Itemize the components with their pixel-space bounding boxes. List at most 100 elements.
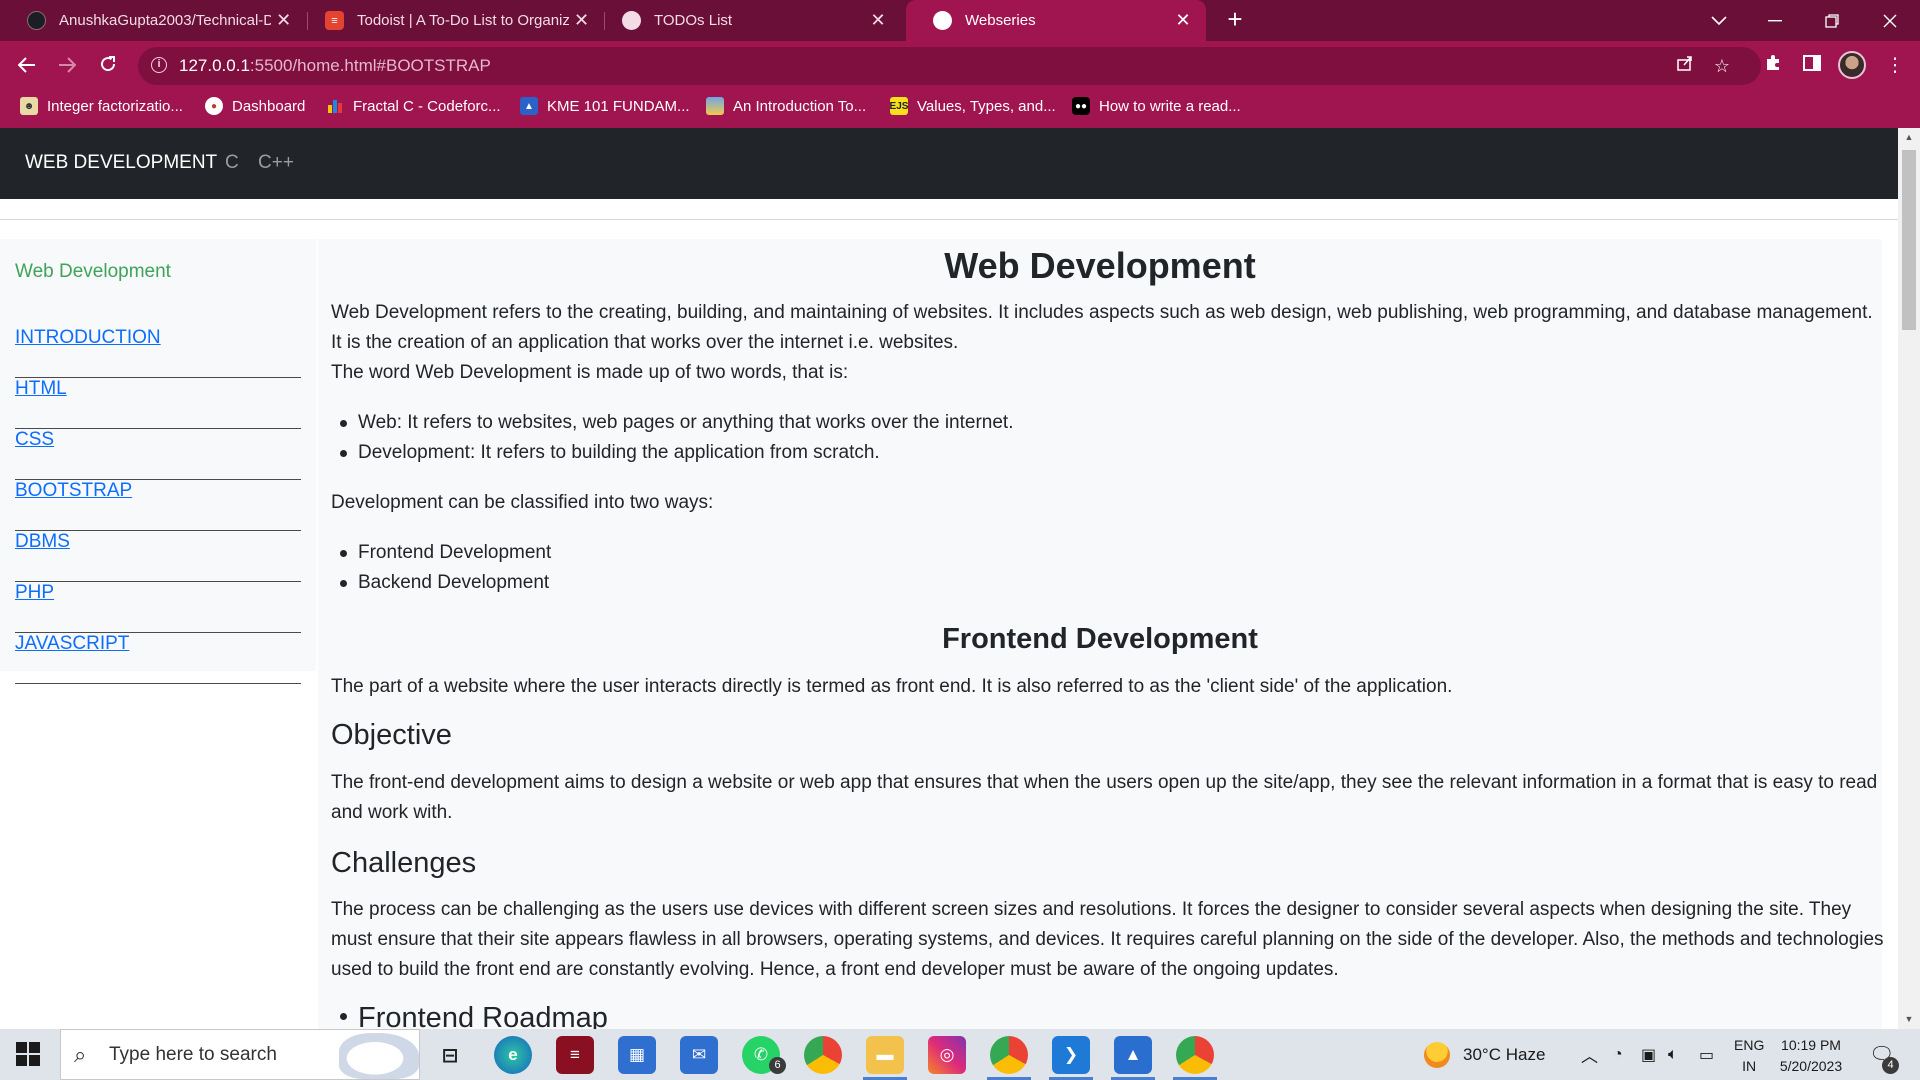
sidebar-item-javascript[interactable]: JAVASCRIPT <box>15 633 301 684</box>
app-icon[interactable]: ≡ <box>556 1036 594 1074</box>
taskbar-search[interactable]: ⌕ Type here to search <box>60 1029 420 1080</box>
close-icon[interactable]: ✕ <box>865 10 891 31</box>
sidebar-item-bootstrap[interactable]: BOOTSTRAP <box>15 480 301 531</box>
globe-icon <box>933 11 952 30</box>
intro-paragraph-2: The word Web Development is made up of t… <box>331 362 849 383</box>
language-indicator[interactable]: ENG IN <box>1734 1035 1764 1077</box>
edge-icon[interactable]: e <box>494 1036 532 1074</box>
forward-button[interactable] <box>50 49 84 83</box>
show-hidden-icons-icon[interactable]: ︿ <box>1581 1029 1598 1080</box>
minimize-button[interactable] <box>1747 0 1803 41</box>
bookmark-item[interactable]: An Introduction To... <box>706 90 866 122</box>
whatsapp-badge: 6 <box>769 1057 786 1074</box>
navbar-brand[interactable]: WEB DEVELOPMENT <box>25 152 217 174</box>
medium-icon: ●● <box>1072 97 1090 115</box>
site-info-icon[interactable]: i <box>151 57 167 73</box>
tab-github[interactable]: AnushkaGupta2003/Technical-Do ✕ <box>0 0 306 41</box>
search-highlight-image <box>339 1033 419 1079</box>
chrome-active-icon[interactable] <box>1176 1036 1214 1074</box>
sidebar-link[interactable]: PHP <box>15 582 54 604</box>
battery-icon[interactable]: ▭ <box>1699 1029 1714 1080</box>
bookmark-label: Integer factorizatio... <box>47 97 183 115</box>
scroll-down-icon[interactable]: ▼ <box>1903 1014 1915 1024</box>
sidebar-item-html[interactable]: HTML <box>15 378 301 429</box>
tab-todos-list[interactable]: TODOs List ✕ <box>595 0 901 41</box>
url-host: 127.0.0.1 <box>179 56 250 75</box>
bookmark-item[interactable]: ▲ KME 101 FUNDAM... <box>520 90 690 122</box>
weather-text[interactable]: 30°C Haze <box>1463 1029 1545 1080</box>
reload-button[interactable] <box>91 49 125 83</box>
task-view-icon[interactable]: ⊟ <box>431 1036 469 1074</box>
sidebar-link[interactable]: JAVASCRIPT <box>15 633 129 655</box>
sidebar-item-css[interactable]: CSS <box>15 429 301 480</box>
sidebar-link[interactable]: BOOTSTRAP <box>15 480 132 502</box>
close-window-button[interactable] <box>1862 0 1918 41</box>
bookmark-star-icon[interactable]: ☆ <box>1710 54 1734 78</box>
vscode-icon[interactable]: ❯ <box>1052 1036 1090 1074</box>
sidebar-link[interactable]: HTML <box>15 378 67 400</box>
extensions-icon[interactable] <box>1758 51 1788 81</box>
volume-icon[interactable]: 🔈︎ <box>1668 1029 1678 1080</box>
device-icon[interactable]: ▣ <box>1641 1029 1656 1080</box>
address-bar[interactable]: i 127.0.0.1:5500/home.html#BOOTSTRAP ☆ <box>138 47 1761 85</box>
tab-webseries[interactable]: Webseries ✕ <box>906 0 1206 41</box>
nav-link-c[interactable]: C <box>225 152 239 174</box>
browser-toolbar: i 127.0.0.1:5500/home.html#BOOTSTRAP ☆ ⋮ <box>0 41 1920 90</box>
sidebar-link[interactable]: INTRODUCTION <box>15 327 161 349</box>
chrome-profile-icon[interactable] <box>990 1036 1028 1074</box>
scrollbar-thumb[interactable] <box>1902 150 1916 330</box>
store-icon[interactable]: ▦ <box>618 1036 656 1074</box>
profile-avatar[interactable] <box>1838 51 1866 79</box>
codechef-icon: ● <box>205 97 223 115</box>
scroll-up-icon[interactable]: ▲ <box>1903 132 1915 142</box>
bookmark-item[interactable]: ● Dashboard <box>205 90 305 122</box>
person-icon: ▲ <box>520 97 538 115</box>
windows-start-icon[interactable] <box>16 1042 40 1066</box>
sidebar-item-php[interactable]: PHP <box>15 582 301 633</box>
sidebar-link[interactable]: DBMS <box>15 531 70 553</box>
bookmark-label: Dashboard <box>232 97 306 115</box>
side-panel-icon[interactable] <box>1797 51 1827 81</box>
close-icon[interactable]: ✕ <box>569 10 594 31</box>
challenges-heading: Challenges <box>331 847 477 879</box>
tab-search-chevron-icon[interactable] <box>1691 0 1747 41</box>
bookmark-item[interactable]: EJS Values, Types, and... <box>890 90 1056 122</box>
nav-link-cpp[interactable]: C++ <box>258 152 294 174</box>
menu-kebab-icon[interactable]: ⋮ <box>1880 51 1910 81</box>
language-code: ENG <box>1734 1037 1765 1053</box>
tab-todoist[interactable]: ≡ Todoist | A To-Do List to Organize ✕ <box>298 0 604 41</box>
page-scrollbar[interactable]: ▲ ▼ <box>1898 128 1920 1029</box>
bookmark-label: How to write a read... <box>1099 97 1241 115</box>
weather-icon[interactable] <box>1424 1042 1450 1068</box>
intro-paragraph: Web Development refers to the creating, … <box>331 302 1873 353</box>
tab-title: TODOs List <box>654 12 733 29</box>
sidebar-item-introduction[interactable]: INTRODUCTION <box>15 327 301 378</box>
mail-icon[interactable]: ✉ <box>680 1036 718 1074</box>
share-icon[interactable] <box>1673 54 1697 78</box>
tab-strip: AnushkaGupta2003/Technical-Do ✕ ≡ Todois… <box>0 0 1920 41</box>
list-item: Web: It refers to websites, web pages or… <box>339 408 1013 438</box>
bookmark-item[interactable]: ☻ Integer factorizatio... <box>20 90 183 122</box>
sidebar-item-dbms[interactable]: DBMS <box>15 531 301 582</box>
network-icon[interactable]: ◔ <box>1613 1029 1623 1080</box>
codeforces-icon <box>326 97 344 115</box>
file-explorer-icon[interactable]: ▬ <box>866 1036 904 1074</box>
photos-icon[interactable]: ▲ <box>1114 1036 1152 1074</box>
frontend-heading: Frontend Development <box>942 623 1258 655</box>
sidebar-link[interactable]: CSS <box>15 429 54 451</box>
lego-icon: ☻ <box>20 97 38 115</box>
new-tab-button[interactable]: + <box>1220 4 1250 38</box>
restore-button[interactable] <box>1804 0 1860 41</box>
bookmarks-bar: ☻ Integer factorizatio... ● Dashboard Fr… <box>0 90 1920 128</box>
instagram-icon[interactable]: ◎ <box>928 1036 966 1074</box>
bookmark-item[interactable]: Fractal C - Codeforc... <box>326 90 501 122</box>
chrome-icon[interactable] <box>804 1036 842 1074</box>
close-icon[interactable]: ✕ <box>1170 10 1196 31</box>
bookmark-label: Values, Types, and... <box>917 97 1056 115</box>
close-icon[interactable]: ✕ <box>271 10 296 31</box>
back-button[interactable] <box>10 49 44 83</box>
bookmark-item[interactable]: ●● How to write a read... <box>1072 90 1241 122</box>
url-text[interactable]: 127.0.0.1:5500/home.html#BOOTSTRAP <box>179 56 491 76</box>
tab-title: AnushkaGupta2003/Technical-Do <box>59 12 272 29</box>
clock[interactable]: 10:19 PM 5/20/2023 <box>1776 1035 1846 1077</box>
